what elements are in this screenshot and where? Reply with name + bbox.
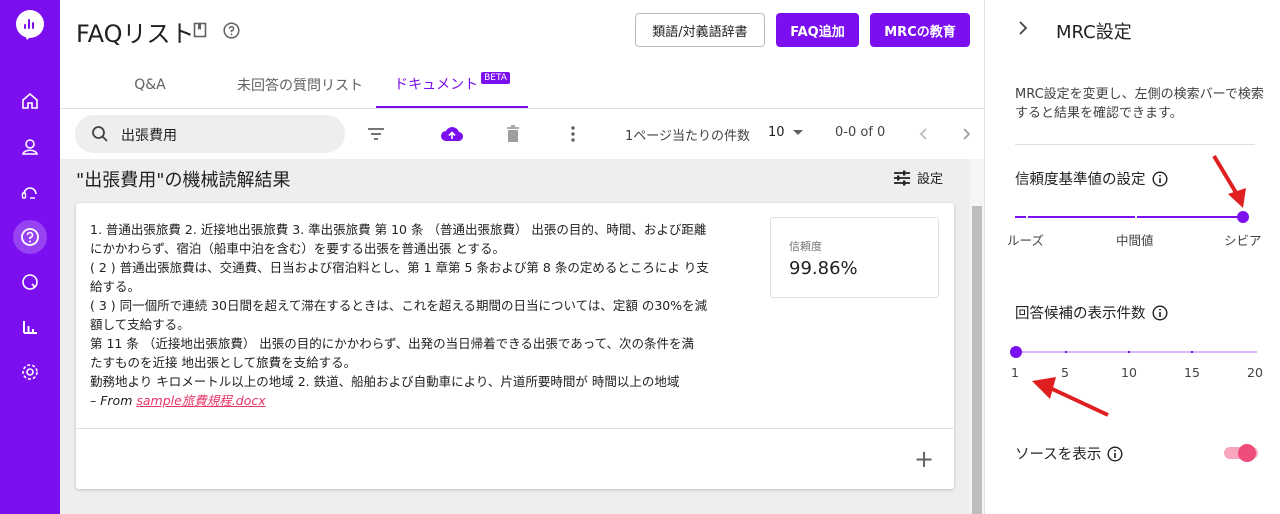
- filter-icon[interactable]: [364, 122, 388, 146]
- candidates-tick-20: 20: [1247, 365, 1263, 380]
- search-input[interactable]: 出張費用: [75, 115, 345, 153]
- answer-text: 1. 普通出張旅費 2. 近接地出張旅費 3. 準出張旅費 第 10 条 （普通…: [90, 220, 750, 410]
- per-page-select[interactable]: 10: [768, 125, 803, 140]
- faq-icon[interactable]: [13, 220, 47, 254]
- user-icon[interactable]: [16, 133, 44, 161]
- info-icon[interactable]: [1151, 304, 1168, 321]
- scrollbar[interactable]: [970, 159, 984, 514]
- help-icon[interactable]: [223, 22, 240, 43]
- result-settings-button[interactable]: 設定: [893, 168, 943, 187]
- expand-plus-icon[interactable]: +: [914, 447, 934, 471]
- source-line: – From sample旅費規程.docx: [90, 393, 266, 408]
- threshold-tick-strict: シビア: [1224, 233, 1262, 248]
- dictionary-button[interactable]: 類語/対義語辞書: [635, 13, 765, 47]
- panel-description: MRC設定を変更し、左側の検索バーで検索すると結果を確認できます。: [1015, 87, 1264, 121]
- candidates-label: 回答候補の表示件数: [1015, 302, 1168, 323]
- threshold-label: 信頼度基準値の設定: [1015, 168, 1168, 189]
- chat-search-icon[interactable]: [16, 268, 44, 296]
- beta-badge: BETA: [481, 72, 510, 84]
- threshold-tick-loose: ルーズ: [1007, 233, 1044, 248]
- annotation-arrow-icon: [1212, 154, 1246, 208]
- collapse-panel-icon[interactable]: [1018, 20, 1028, 40]
- scrollbar-thumb[interactable]: [972, 206, 982, 514]
- tune-icon: [894, 170, 910, 185]
- upload-icon[interactable]: [440, 122, 464, 146]
- chevron-down-icon: [792, 130, 803, 135]
- annotation-arrow-icon: [1032, 377, 1109, 417]
- confidence-label: 信頼度: [789, 240, 822, 253]
- home-icon[interactable]: [16, 87, 44, 115]
- candidates-tick-1: 1: [1011, 365, 1019, 380]
- threshold-tick-middle: 中間値: [1116, 233, 1154, 248]
- panel-divider: [1015, 144, 1255, 145]
- result-heading: "出張費用"の機械読解結果: [76, 170, 291, 191]
- card-divider: [76, 428, 954, 429]
- tab-documents[interactable]: ドキュメント BETA: [376, 62, 528, 108]
- book-icon[interactable]: [193, 22, 207, 43]
- confidence-box: 信頼度 99.86%: [770, 217, 939, 298]
- add-faq-button[interactable]: FAQ追加: [776, 13, 859, 47]
- info-icon[interactable]: [1151, 170, 1168, 187]
- delete-icon[interactable]: [501, 122, 525, 146]
- settings-icon[interactable]: [16, 358, 44, 386]
- info-icon[interactable]: [1107, 445, 1123, 462]
- page-title: FAQリスト: [76, 20, 195, 48]
- panel-title: MRC設定: [1056, 22, 1132, 43]
- per-page-label: 1ページ当たりの件数: [625, 129, 751, 144]
- candidates-slider-track[interactable]: [1015, 351, 1257, 353]
- mrc-training-button[interactable]: MRCの教育: [870, 13, 970, 47]
- analytics-icon[interactable]: [16, 313, 44, 341]
- threshold-slider-track[interactable]: [1015, 216, 1243, 218]
- support-icon[interactable]: [16, 178, 44, 206]
- tab-unanswered[interactable]: 未回答の質問リスト: [224, 62, 376, 108]
- candidates-tick-10: 10: [1121, 365, 1137, 380]
- candidates-tick-15: 15: [1184, 365, 1200, 380]
- candidates-slider-knob[interactable]: [1010, 346, 1022, 358]
- nav-rail: [0, 0, 60, 514]
- more-vert-icon[interactable]: [561, 122, 585, 146]
- next-page-icon[interactable]: [955, 122, 979, 146]
- source-file-link[interactable]: sample旅費規程.docx: [136, 393, 265, 408]
- app-logo-icon[interactable]: [16, 10, 44, 40]
- show-source-label: ソースを表示: [1015, 443, 1123, 464]
- threshold-slider-knob[interactable]: [1237, 211, 1249, 223]
- header-divider: [60, 108, 984, 109]
- search-query: 出張費用: [121, 128, 177, 144]
- result-card: 1. 普通出張旅費 2. 近接地出張旅費 3. 準出張旅費 第 10 条 （普通…: [76, 203, 954, 489]
- prev-page-icon[interactable]: [911, 122, 935, 146]
- confidence-value: 99.86%: [789, 258, 858, 279]
- mrc-settings-panel: [984, 0, 1280, 514]
- search-icon: [92, 126, 108, 142]
- tab-qa[interactable]: Q&A: [76, 62, 224, 108]
- pagination-range: 0-0 of 0: [835, 125, 886, 140]
- show-source-toggle[interactable]: [1224, 444, 1258, 462]
